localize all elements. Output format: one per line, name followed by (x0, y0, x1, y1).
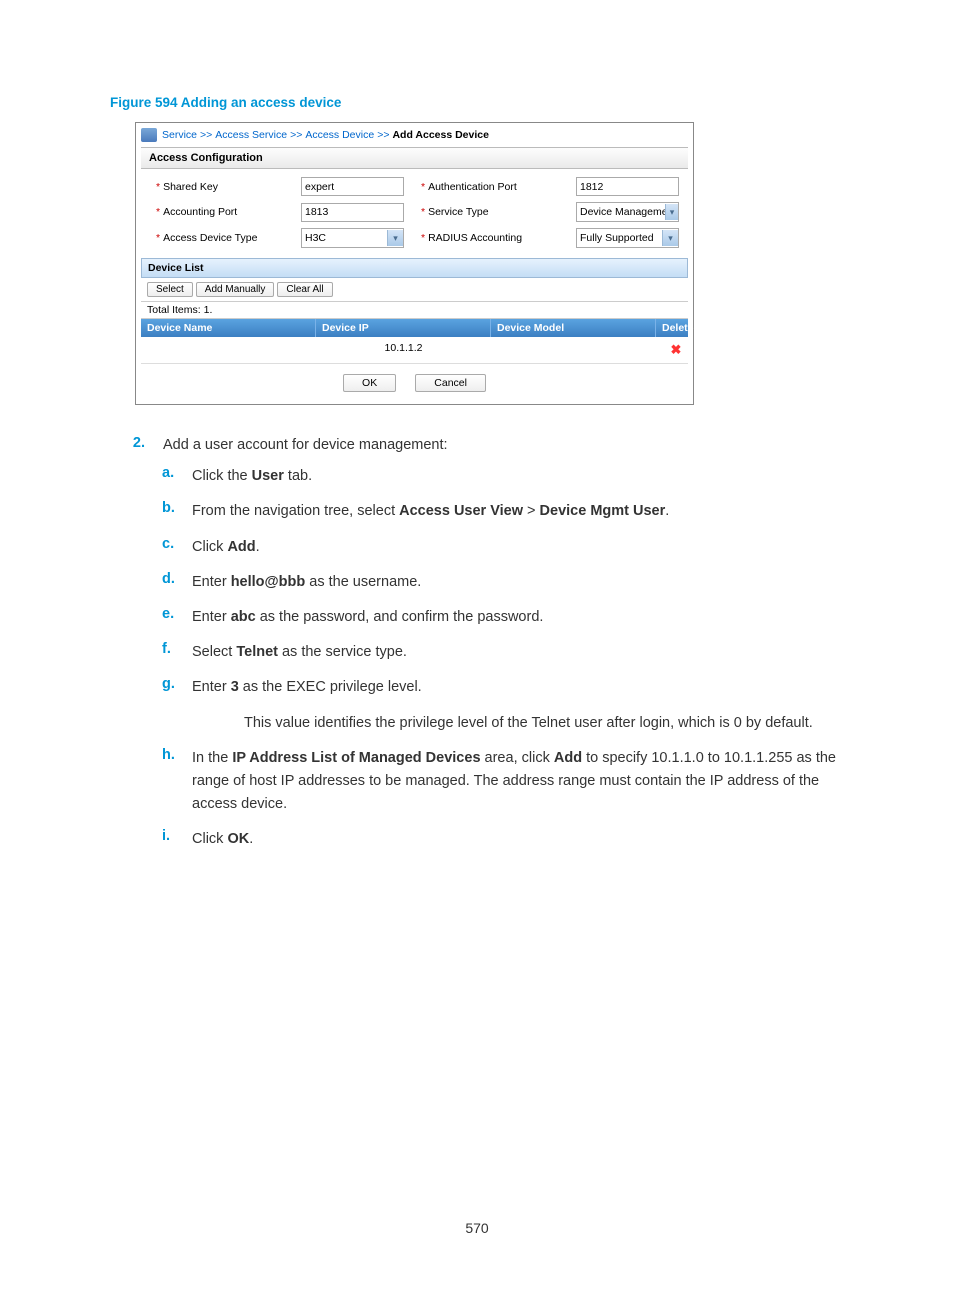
substep-text: Click the User tab. (192, 465, 844, 488)
table-row: 10.1.1.2 ✖ (141, 337, 688, 364)
cancel-button[interactable]: Cancel (415, 374, 486, 392)
substep-a: a. Click the User tab. (162, 465, 844, 488)
access-device-type-label: *Access Device Type (156, 232, 291, 244)
cell-device-ip: 10.1.1.2 (316, 337, 491, 363)
access-device-type-select[interactable]: H3C ▾ (301, 228, 404, 248)
close-icon: ✖ (671, 342, 682, 357)
screenshot-panel: Service >> Access Service >> Access Devi… (135, 122, 694, 405)
ok-button[interactable]: OK (343, 374, 396, 392)
col-device-model: Device Model (491, 319, 656, 337)
select-button[interactable]: Select (147, 282, 193, 297)
substep-h: h. In the IP Address List of Managed Dev… (162, 747, 844, 817)
substep-text: From the navigation tree, select Access … (192, 500, 844, 523)
chevron-down-icon: ▾ (387, 230, 403, 246)
shared-key-label: *Shared Key (156, 181, 291, 193)
substep-g: g. Enter 3 as the EXEC privilege level. (162, 676, 844, 699)
substep-b: b. From the navigation tree, select Acce… (162, 500, 844, 523)
col-device-ip: Device IP (316, 319, 491, 337)
substep-g-note: This value identifies the privilege leve… (244, 712, 844, 735)
breadcrumb-sep: >> (200, 129, 212, 141)
cell-device-name (141, 337, 316, 363)
col-device-name: Device Name (141, 319, 316, 337)
breadcrumb-access-service[interactable]: Access Service (215, 129, 287, 141)
step-2: 2. Add a user account for device managem… (110, 435, 844, 455)
substep-f: f. Select Telnet as the service type. (162, 641, 844, 664)
device-list-header: Device List (141, 258, 688, 278)
substep-letter: d. (162, 571, 182, 594)
substep-text: Click Add. (192, 536, 844, 559)
radius-acct-select[interactable]: Fully Supported ▾ (576, 228, 679, 248)
service-type-select[interactable]: Device Management S ▾ (576, 202, 679, 222)
breadcrumb-sep: >> (377, 129, 389, 141)
page-number: 570 (0, 1220, 954, 1236)
substep-i: i. Click OK. (162, 828, 844, 851)
section-access-config: Access Configuration (141, 147, 688, 169)
device-list-buttons: Select Add Manually Clear All (141, 278, 688, 301)
substep-text: Click OK. (192, 828, 844, 851)
shared-key-input[interactable] (301, 177, 404, 196)
substep-letter: f. (162, 641, 182, 664)
step-text: Add a user account for device management… (163, 435, 844, 455)
service-type-label: *Service Type (421, 206, 566, 218)
chevron-down-icon: ▾ (665, 204, 678, 220)
col-delete: Delete (656, 319, 696, 337)
cell-device-model (491, 337, 656, 363)
folder-icon (141, 128, 157, 142)
total-items-label: Total Items: 1. (141, 301, 688, 319)
breadcrumb: Service >> Access Service >> Access Devi… (136, 123, 693, 147)
acct-port-input[interactable] (301, 203, 404, 222)
substep-letter: e. (162, 606, 182, 629)
substep-letter: h. (162, 747, 182, 817)
auth-port-input[interactable] (576, 177, 679, 196)
substep-letter: i. (162, 828, 182, 851)
access-config-form: *Shared Key *Authentication Port *Accoun… (136, 169, 693, 256)
substep-list: a. Click the User tab. b. From the navig… (162, 465, 844, 851)
step-number: 2. (110, 435, 145, 455)
substep-text: Enter 3 as the EXEC privilege level. (192, 676, 844, 699)
substep-letter: a. (162, 465, 182, 488)
substep-e: e. Enter abc as the password, and confir… (162, 606, 844, 629)
substep-letter: g. (162, 676, 182, 699)
add-manually-button[interactable]: Add Manually (196, 282, 275, 297)
substep-text: Enter abc as the password, and confirm t… (192, 606, 844, 629)
substep-text: Enter hello@bbb as the username. (192, 571, 844, 594)
substep-letter: c. (162, 536, 182, 559)
device-table-header: Device Name Device IP Device Model Delet… (141, 319, 688, 337)
substep-d: d. Enter hello@bbb as the username. (162, 571, 844, 594)
substep-c: c. Click Add. (162, 536, 844, 559)
figure-title: Figure 594 Adding an access device (110, 95, 844, 110)
breadcrumb-sep: >> (290, 129, 302, 141)
delete-button[interactable]: ✖ (656, 337, 696, 363)
breadcrumb-current: Add Access Device (392, 129, 489, 141)
breadcrumb-service[interactable]: Service (162, 129, 197, 141)
breadcrumb-access-device[interactable]: Access Device (305, 129, 374, 141)
substep-text: In the IP Address List of Managed Device… (192, 747, 844, 817)
auth-port-label: *Authentication Port (421, 181, 566, 193)
acct-port-label: *Accounting Port (156, 206, 291, 218)
radius-acct-label: *RADIUS Accounting (421, 232, 566, 244)
dialog-buttons: OK Cancel (136, 364, 693, 404)
chevron-down-icon: ▾ (662, 230, 678, 246)
substep-letter: b. (162, 500, 182, 523)
substep-text: Select Telnet as the service type. (192, 641, 844, 664)
clear-all-button[interactable]: Clear All (277, 282, 332, 297)
